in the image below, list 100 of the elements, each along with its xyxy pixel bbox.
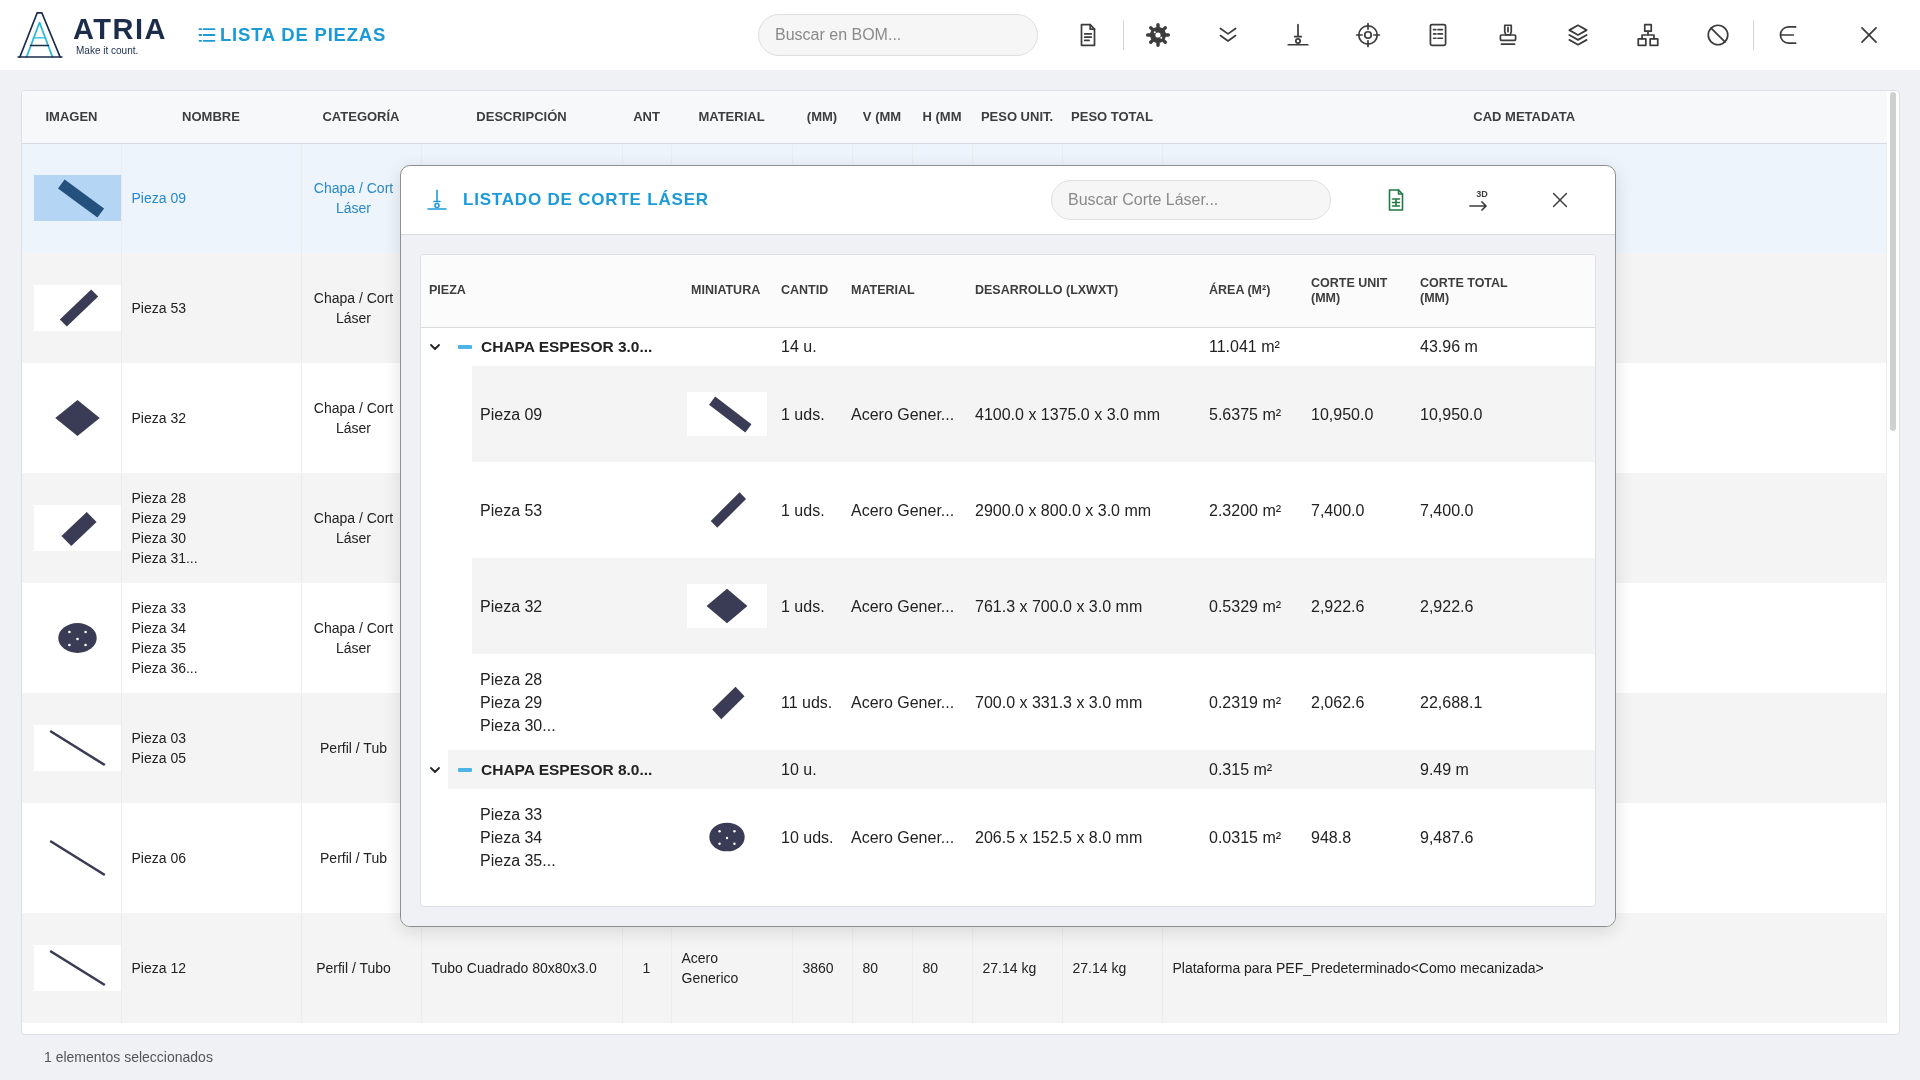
- part-name: Pieza 12: [131, 959, 187, 978]
- table-cell: Acero Gener...: [843, 654, 967, 750]
- logo-icon: [17, 9, 63, 61]
- table-row[interactable]: Pieza 12 Perfil / Tubo Tubo Cuadrado 80x80x3.0 1 Acero Generico 3860 80 80 27.14 kg 27.14 kg Plataforma para PEF_Predeterminado<Como mecanizada>: [22, 913, 1887, 1023]
- part-name: Pieza 30...: [480, 715, 557, 736]
- column-header: CORTE UNIT (MM): [1303, 255, 1412, 327]
- part-name: Pieza 34: [480, 827, 544, 848]
- table-cell-text: Perfil / Tub: [319, 849, 388, 868]
- status-text: 1 elementos seleccionados: [44, 1048, 213, 1067]
- column-header: DESCRIPCIÓN: [421, 91, 622, 143]
- column-header: PIEZA: [421, 255, 683, 327]
- table-cell: 2,062.6: [1303, 654, 1412, 750]
- table-cell: 2900.0 x 800.0 x 3.0 mm: [967, 462, 1201, 558]
- table-cell: Acero Gener...: [843, 366, 967, 462]
- part-name: Pieza 31...: [131, 549, 199, 568]
- part-name: Pieza 30: [131, 529, 187, 548]
- brand-name: ATRIA: [73, 14, 167, 44]
- table-cell: 2,922.6: [1303, 558, 1412, 654]
- table-cell: 4100.0 x 1375.0 x 3.0 mm: [967, 366, 1201, 462]
- table-cell: 22,688.1: [1412, 654, 1595, 750]
- table-cell-text: Chapa / Cort Láser: [312, 509, 395, 548]
- laser-icon: [425, 188, 449, 212]
- dialog-title: LISTADO DE CORTE LÁSER: [463, 189, 709, 212]
- column-header: (MM): [792, 91, 852, 143]
- table-cell: 5.6375 m²: [1201, 366, 1303, 462]
- part-name: Pieza 35: [131, 639, 187, 658]
- prohibited-icon[interactable]: [1705, 22, 1731, 48]
- column-header: MINIATURA: [683, 255, 773, 327]
- part-name: Pieza 32: [480, 596, 544, 617]
- dash-icon: [458, 344, 472, 349]
- scrollbar-thumb[interactable]: [1890, 92, 1896, 431]
- column-header: MATERIAL: [843, 255, 967, 327]
- table-cell: 7,400.0: [1412, 462, 1595, 558]
- table-cell-text: Chapa / Cort Láser: [312, 619, 395, 658]
- search-field[interactable]: Buscar en BOM...: [758, 14, 1038, 56]
- column-header: DESARROLLO (LXWXT): [967, 255, 1201, 327]
- part-name: Pieza 29: [480, 692, 544, 713]
- table-cell: 9.49 m: [1412, 750, 1595, 789]
- table-cell: 43.96 m: [1412, 327, 1595, 366]
- column-header: PESO TOTAL: [1062, 91, 1162, 143]
- table-cell: 0.315 m²: [1201, 750, 1303, 789]
- column-header: ANT: [622, 91, 671, 143]
- part-name: Pieza 33: [131, 599, 187, 618]
- plate-icon: [687, 392, 767, 436]
- column-header: MATERIAL: [671, 91, 792, 143]
- table-cell: 700.0 x 331.3 x 3.0 mm: [967, 654, 1201, 750]
- column-header: H (MM: [912, 91, 972, 143]
- part-name: Pieza 33: [480, 804, 544, 825]
- part-name: Pieza 05: [131, 749, 187, 768]
- column-header: CANTID: [773, 255, 843, 327]
- brand-tagline: Make it count.: [76, 45, 140, 56]
- part-name: Pieza 09: [131, 189, 187, 209]
- laser-icon[interactable]: [1285, 22, 1311, 48]
- part-name: Pieza 28: [131, 489, 187, 508]
- arrow-right-icon: [1468, 198, 1490, 211]
- table-cell: 11.041 m²: [1201, 327, 1303, 366]
- table-cell-text: Perfil / Tub: [319, 739, 388, 758]
- table-cell: 761.3 x 700.0 x 3.0 mm: [967, 558, 1201, 654]
- gear-icon[interactable]: [1145, 22, 1171, 48]
- table-cell: 0.5329 m²: [1201, 558, 1303, 654]
- part-name: Pieza 03: [131, 729, 187, 748]
- table-cell: Plataforma para PEF_Predeterminado<Como mecanizada>: [1162, 913, 1887, 1023]
- table-cell: 11 uds.: [773, 654, 843, 750]
- export-3d-button[interactable]: 3D: [1459, 180, 1499, 220]
- part-name: Pieza 32: [131, 409, 187, 428]
- search-field[interactable]: Buscar Corte Láser...: [1051, 180, 1331, 220]
- plate-icon: [34, 175, 121, 222]
- column-header: ÁREA (M²): [1201, 255, 1303, 327]
- target-icon[interactable]: [1355, 22, 1381, 48]
- table-cell: Acero Gener...: [843, 558, 967, 654]
- table-cell-text: Chapa / Cort Láser: [312, 179, 395, 219]
- column-header: IMAGEN: [22, 91, 121, 143]
- table-cell: 1 uds.: [773, 366, 843, 462]
- rod-icon: [34, 945, 121, 991]
- table-cell-text: Perfil / Tubo: [315, 959, 392, 978]
- table-cell: 2,922.6: [1412, 558, 1595, 654]
- table-cell: Acero Gener...: [843, 462, 967, 558]
- part-name: Pieza 34: [131, 619, 187, 638]
- table-cell: 7,400.0: [1303, 462, 1412, 558]
- hierarchy-icon[interactable]: [1635, 22, 1661, 48]
- table-cell-text: Chapa / Cort Láser: [312, 399, 395, 438]
- dash-icon: [458, 767, 472, 772]
- page-title: LISTA DE PIEZAS: [219, 23, 387, 48]
- column-header: CATEGORÍA: [301, 91, 421, 143]
- column-header: V (MM: [852, 91, 912, 143]
- part-name: Pieza 06: [131, 849, 187, 868]
- diamond-plate-icon: [687, 584, 767, 628]
- table-cell: 10,950.0: [1412, 366, 1595, 462]
- table-cell: 10,950.0: [1303, 366, 1412, 462]
- table-cell: 14 u.: [773, 327, 843, 366]
- table-cell: 2.3200 m²: [1201, 462, 1303, 558]
- table-cell-text: Chapa / Cort Láser: [312, 289, 395, 328]
- column-header: CORTE TOTAL (MM): [1412, 255, 1595, 327]
- table-cell: 1 uds.: [773, 558, 843, 654]
- group-label: CHAPA ESPESOR 3.0...: [481, 337, 653, 358]
- column-header: PESO UNIT.: [972, 91, 1062, 143]
- table-cell: 1 uds.: [773, 462, 843, 558]
- part-name: Pieza 29: [131, 509, 187, 528]
- part-name: Pieza 53: [131, 299, 187, 318]
- group-label: CHAPA ESPESOR 8.0...: [481, 759, 653, 780]
